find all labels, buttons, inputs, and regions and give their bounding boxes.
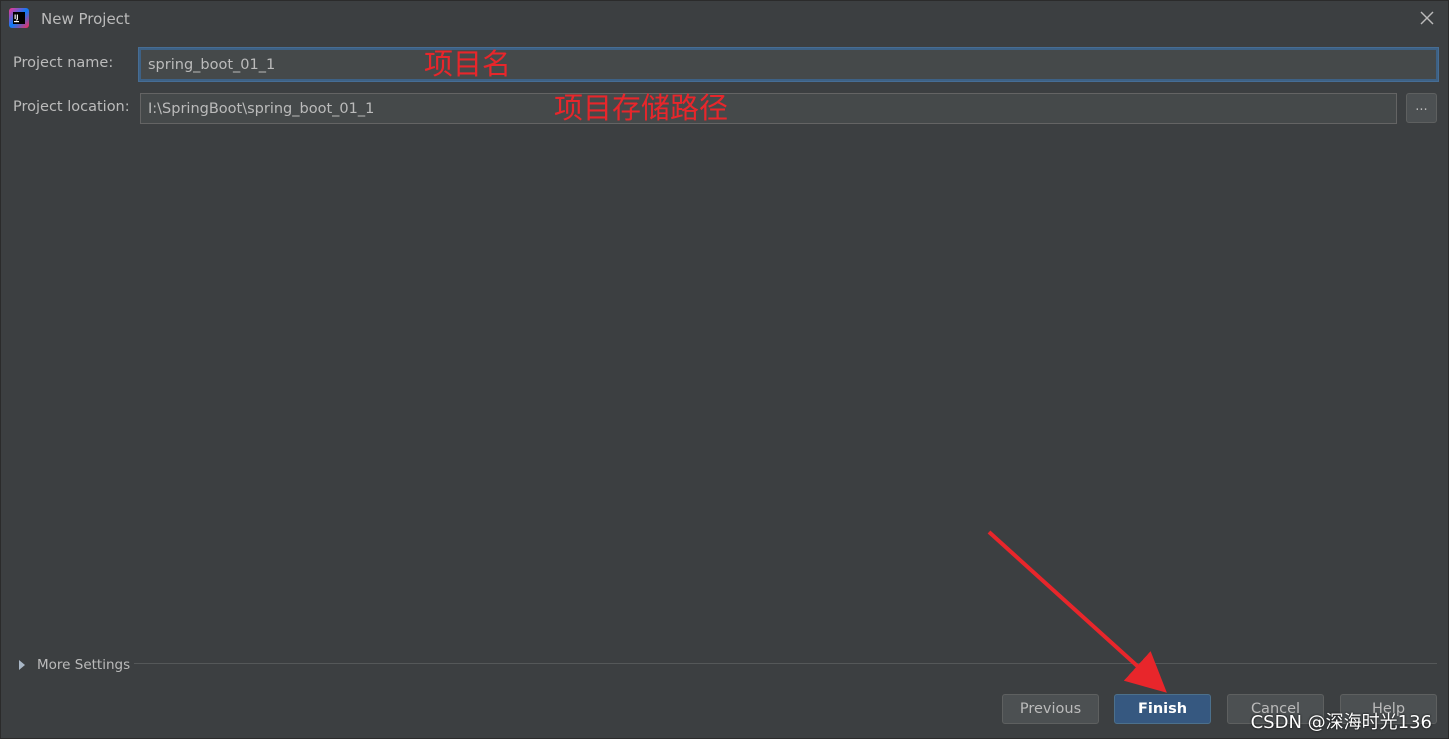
separator-line <box>134 663 1437 664</box>
project-location-input[interactable] <box>140 93 1397 124</box>
close-icon[interactable] <box>1420 11 1434 25</box>
project-name-input[interactable] <box>139 48 1438 81</box>
annotation-project-location: 项目存储路径 <box>554 91 729 125</box>
project-location-label: Project location: <box>13 99 130 115</box>
expand-triangle-icon <box>19 660 25 670</box>
previous-button[interactable]: Previous <box>1002 694 1099 724</box>
more-settings-toggle[interactable]: More Settings <box>19 655 130 675</box>
annotation-arrow-line <box>987 530 1167 693</box>
project-name-label: Project name: <box>13 55 114 71</box>
more-settings-label: More Settings <box>37 657 131 673</box>
finish-button[interactable]: Finish <box>1114 694 1211 724</box>
intellij-idea-icon: IJ <box>9 8 29 28</box>
csdn-watermark: CSDN @深海时光136 <box>1250 712 1432 733</box>
annotation-project-name: 项目名 <box>424 47 512 81</box>
browse-location-button[interactable]: ... <box>1406 93 1437 123</box>
title-bar[interactable]: IJ New Project <box>1 1 1448 37</box>
svg-text:IJ: IJ <box>14 14 18 21</box>
dialog-title: New Project <box>41 10 130 28</box>
new-project-dialog: IJ New Project Project name: Project loc… <box>0 0 1449 739</box>
